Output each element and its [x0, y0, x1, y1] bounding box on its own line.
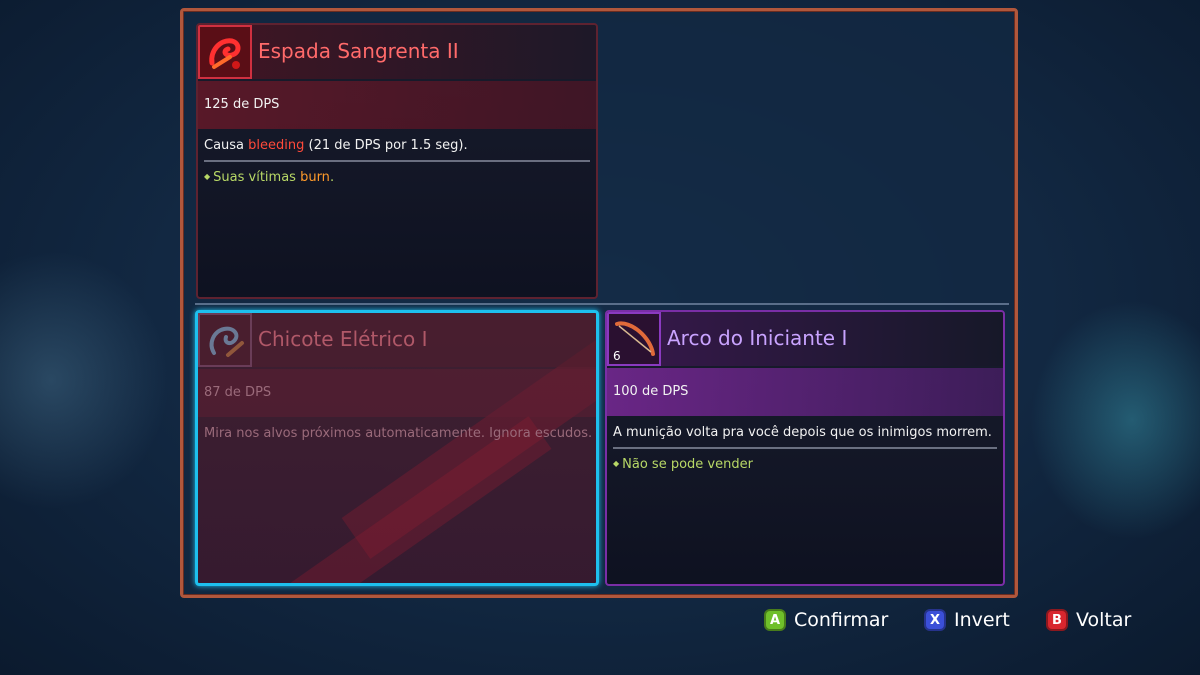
bullet-text: .: [329, 170, 335, 185]
bullet-icon: ◆: [613, 459, 620, 468]
item-compare-panel: Espada Sangrenta II 125 de DPS Causa ble…: [180, 8, 1018, 598]
option-b-name: Arco do Iniciante I: [667, 326, 848, 350]
x-button-icon: X: [924, 609, 946, 631]
card-header: 6 Arco do Iniciante I: [607, 312, 1003, 366]
b-button-icon: B: [1046, 609, 1068, 631]
bullet-icon: ◆: [204, 172, 211, 181]
option-b-description: A munição volta pra você depois que os i…: [613, 425, 992, 440]
bullet-text: Não se pode vender: [622, 457, 753, 472]
confirm-button[interactable]: A Confirmar: [764, 606, 888, 634]
option-b-dps: 100 de DPS: [613, 384, 689, 399]
bleeding-keyword: bleeding: [248, 138, 305, 153]
card-header: Espada Sangrenta II: [198, 25, 596, 79]
background-glow-right: [1030, 300, 1200, 540]
button-prompts: A Confirmar X Invert B Voltar: [764, 606, 1144, 634]
burn-keyword: burn: [300, 170, 330, 185]
background-glow-left: [0, 250, 170, 510]
current-item-dps: 125 de DPS: [204, 97, 280, 112]
current-item-name: Espada Sangrenta II: [258, 39, 459, 63]
current-item-card: Espada Sangrenta II 125 de DPS Causa ble…: [196, 23, 598, 299]
electric-whip-icon: [198, 313, 252, 367]
desc-text: (21 de DPS por 1.5 seg).: [304, 138, 468, 153]
invert-label: Invert: [954, 609, 1010, 631]
beginner-bow-icon: 6: [607, 312, 661, 366]
section-divider: [195, 303, 1009, 305]
option-a-name: Chicote Elétrico I: [258, 327, 428, 351]
back-label: Voltar: [1076, 609, 1132, 631]
current-item-description: Causa bleeding (21 de DPS por 1.5 seg).: [204, 138, 468, 153]
option-a-dps: 87 de DPS: [204, 385, 272, 400]
current-item-bullet: ◆ Suas vítimas burn.: [204, 170, 334, 185]
invert-button[interactable]: X Invert: [924, 606, 1010, 634]
confirm-label: Confirmar: [794, 609, 889, 631]
option-b-bullet: ◆ Não se pode vender: [613, 457, 753, 472]
card-header: Chicote Elétrico I: [198, 313, 596, 367]
divider: [613, 447, 997, 449]
a-button-icon: A: [764, 609, 786, 631]
option-card-bow[interactable]: 6 Arco do Iniciante I 100 de DPS A muniç…: [605, 310, 1005, 586]
back-button[interactable]: B Voltar: [1046, 606, 1131, 634]
desc-text: Causa: [204, 138, 249, 153]
blood-sword-icon: [198, 25, 252, 79]
option-card-whip[interactable]: Chicote Elétrico I 87 de DPS Mira nos al…: [195, 310, 599, 586]
divider: [204, 160, 590, 162]
bullet-text: Suas vítimas: [213, 170, 301, 185]
option-a-description: Mira nos alvos próximos automaticamente.…: [204, 426, 593, 441]
ammo-count: 6: [613, 349, 621, 363]
